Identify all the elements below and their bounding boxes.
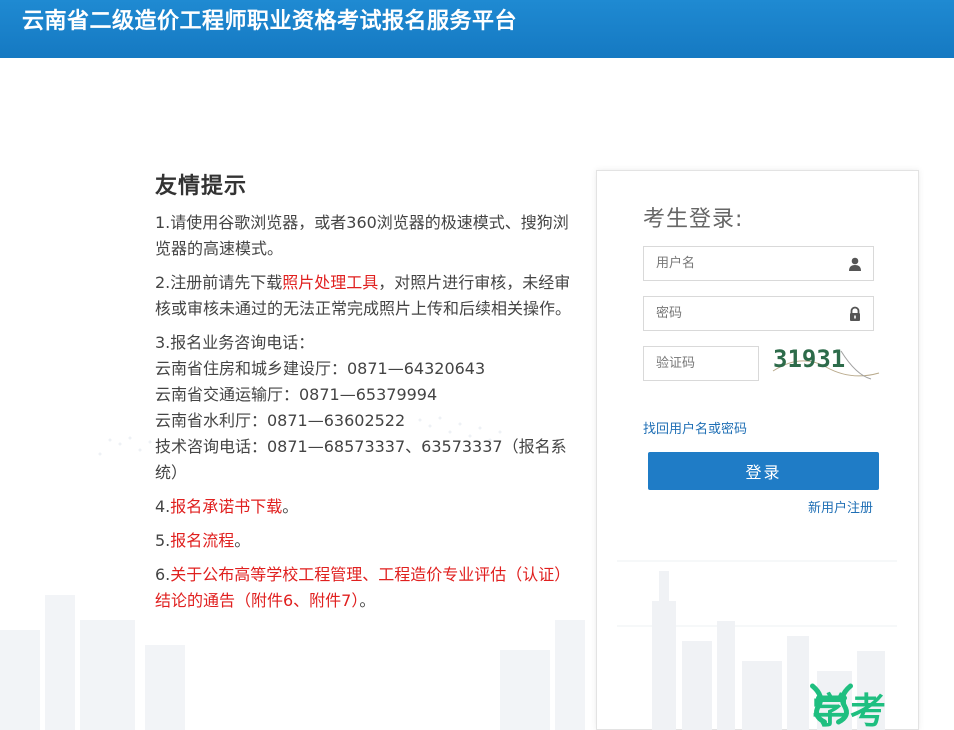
- new-user-register-link[interactable]: 新用户注册: [808, 497, 873, 516]
- notice-item-5-suffix: 。: [234, 531, 251, 550]
- phone-water-dept: 云南省水利厅：0871—63602522: [155, 411, 406, 430]
- phone-housing-dept: 云南省住房和城乡建设厅：0871—64320643: [155, 359, 486, 378]
- password-input[interactable]: [644, 297, 873, 330]
- top-header-bar: 云南省二级造价工程师职业资格考试报名服务平台: [0, 0, 954, 58]
- notice-item-commitment: 4.报名承诺书下载。: [155, 494, 580, 520]
- photo-tool-link[interactable]: 照片处理工具: [282, 273, 378, 292]
- notice-item-phones: 3.报名业务咨询电话： 云南省住房和城乡建设厅：0871—64320643 云南…: [155, 330, 580, 486]
- login-panel: 考生登录: 31931 找回用户名或密码 登录 新用户注册: [596, 170, 919, 730]
- phone-tech-support: 技术咨询电话：0871—68573337、63573337（报名系统）: [155, 437, 567, 482]
- captcha-code: 31931: [773, 345, 845, 373]
- user-icon: [849, 257, 861, 271]
- watermark-text: 学考: [812, 691, 889, 730]
- username-field-wrapper: [643, 246, 874, 281]
- password-field-wrapper: [643, 296, 874, 331]
- login-button[interactable]: 登录: [648, 452, 879, 490]
- commitment-download-link[interactable]: 报名承诺书下载: [170, 497, 282, 516]
- login-title: 考生登录:: [643, 207, 744, 232]
- notice-item-process: 5.报名流程。: [155, 528, 580, 554]
- notice-item-1-text: 1.请使用谷歌浏览器，或者360浏览器的极速模式、搜狗浏览器的高速模式。: [155, 213, 569, 258]
- notice-item-4-suffix: 。: [282, 497, 299, 516]
- notice-item-6-suffix: 。: [359, 591, 376, 610]
- forgot-credentials-link[interactable]: 找回用户名或密码: [643, 418, 747, 437]
- notice-item-2-prefix: 2.注册前请先下载: [155, 273, 283, 292]
- notice-item-6-prefix: 6.: [155, 565, 171, 584]
- phones-title: 3.报名业务咨询电话：: [155, 333, 315, 352]
- site-title: 云南省二级造价工程师职业资格考试报名服务平台: [22, 9, 518, 34]
- captcha-field-wrapper: [643, 346, 759, 381]
- lock-icon: [850, 306, 860, 321]
- notice-section: 友情提示 1.请使用谷歌浏览器，或者360浏览器的极速模式、搜狗浏览器的高速模式…: [155, 168, 580, 622]
- phone-transport-dept: 云南省交通运输厅：0871—65379994: [155, 385, 438, 404]
- notice-item-announcement: 6.关于公布高等学校工程管理、工程造价专业评估（认证）结论的通告（附件6、附件7…: [155, 562, 580, 614]
- notice-title: 友情提示: [155, 174, 248, 199]
- username-input[interactable]: [644, 247, 873, 280]
- notice-item-4-prefix: 4.: [155, 497, 171, 516]
- captcha-input[interactable]: [644, 347, 758, 380]
- captcha-image[interactable]: 31931: [771, 343, 881, 383]
- notice-item-browser: 1.请使用谷歌浏览器，或者360浏览器的极速模式、搜狗浏览器的高速模式。: [155, 210, 580, 262]
- notice-item-5-prefix: 5.: [155, 531, 171, 550]
- registration-process-link[interactable]: 报名流程: [170, 531, 234, 550]
- notice-item-photo-tool: 2.注册前请先下载照片处理工具，对照片进行审核，未经审核或审核未通过的无法正常完…: [155, 270, 580, 322]
